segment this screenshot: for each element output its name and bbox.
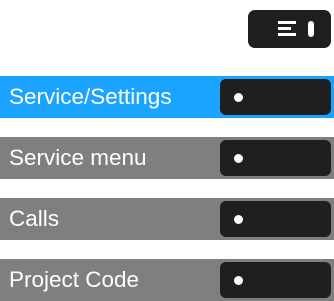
dot-icon [234,276,243,285]
dot-icon [234,215,243,224]
menu-item-label: Service/Settings [9,84,172,109]
menu-item-label: Project Code [9,267,140,292]
menu-item-project-code[interactable]: Project Code [0,259,334,301]
softkey-button[interactable] [220,140,331,176]
softkey-button[interactable] [220,79,331,115]
menu-item-label: Service menu [9,145,147,170]
dot-icon [234,154,243,163]
softkey-button[interactable] [220,201,331,237]
menu-key-button[interactable] [248,10,331,48]
menu-item-service-settings[interactable]: Service/Settings [0,76,334,118]
dot-icon [234,93,243,102]
menu-item-service-menu[interactable]: Service menu [0,137,334,179]
menu-item-label: Calls [9,206,60,231]
indicator-bar-icon [308,21,314,37]
menu-item-calls[interactable]: Calls [0,198,334,240]
softkey-button[interactable] [220,262,331,298]
menu-lines-icon [278,21,296,37]
